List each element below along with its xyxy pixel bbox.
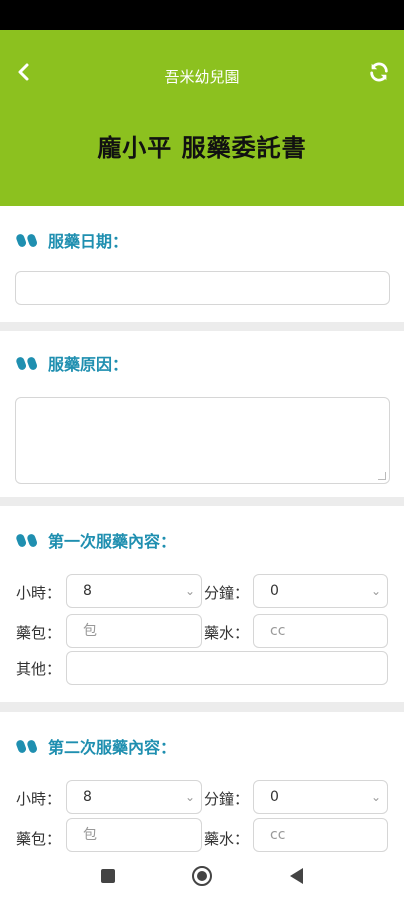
second-minute-select[interactable]: 0 ⌄ xyxy=(253,780,388,814)
second-dose-label: 第二次服藥內容： xyxy=(48,738,177,757)
first-dose-label-group: 第一次服藥內容： xyxy=(16,528,176,552)
pills-icon xyxy=(16,357,38,370)
second-minute-value: 0 xyxy=(270,789,279,805)
first-other-input[interactable] xyxy=(66,651,388,685)
refresh-button[interactable] xyxy=(368,61,390,83)
second-packet-label: 藥包： xyxy=(16,830,62,848)
first-other-label: 其他： xyxy=(16,660,62,678)
first-liquid-label: 藥水： xyxy=(204,624,250,642)
section-second-dose: 第二次服藥內容： 小時： 8 ⌄ 分鐘： 0 ⌄ 藥包： 包 藥水： cc xyxy=(0,712,404,852)
first-liquid-input[interactable]: cc xyxy=(253,614,388,648)
chevron-down-icon: ⌄ xyxy=(370,584,381,598)
date-label: 服藥日期： xyxy=(48,232,129,251)
home-icon[interactable] xyxy=(192,866,212,886)
reason-label: 服藥原因： xyxy=(48,355,129,374)
chevron-down-icon: ⌄ xyxy=(184,790,195,804)
back-icon[interactable] xyxy=(290,868,303,884)
resize-handle[interactable] xyxy=(378,472,386,480)
section-date: 服藥日期： xyxy=(0,206,404,322)
page-title: 龐小平 服藥委託書 xyxy=(97,134,307,162)
status-bar xyxy=(0,0,404,30)
second-hour-label: 小時： xyxy=(16,790,62,808)
pills-icon xyxy=(16,234,38,247)
first-dose-label: 第一次服藥內容： xyxy=(48,532,177,551)
chevron-down-icon: ⌄ xyxy=(370,790,381,804)
pills-icon xyxy=(16,534,38,547)
section-first-dose: 第一次服藥內容： 小時： 8 ⌄ 分鐘： 0 ⌄ 藥包： 包 藥水： cc 其他… xyxy=(0,506,404,702)
app-title: 吾米幼兒園 xyxy=(164,68,240,86)
date-input[interactable] xyxy=(15,271,390,305)
second-liquid-label: 藥水： xyxy=(204,830,250,848)
first-hour-select[interactable]: 8 ⌄ xyxy=(66,574,202,608)
second-dose-label-group: 第二次服藥內容： xyxy=(16,734,176,758)
header: 吾米幼兒園 龐小平 服藥委託書 xyxy=(0,30,404,206)
second-packet-input[interactable]: 包 xyxy=(66,818,202,852)
first-minute-select[interactable]: 0 ⌄ xyxy=(253,574,388,608)
first-hour-label: 小時： xyxy=(16,584,62,602)
refresh-icon xyxy=(370,62,388,82)
pills-icon xyxy=(16,740,38,753)
first-packet-input[interactable]: 包 xyxy=(66,614,202,648)
reason-label-group: 服藥原因： xyxy=(16,351,128,375)
second-minute-label: 分鐘： xyxy=(204,790,250,808)
first-minute-value: 0 xyxy=(270,583,279,599)
first-minute-label: 分鐘： xyxy=(204,584,250,602)
section-reason: 服藥原因： xyxy=(0,331,404,497)
system-nav-bar xyxy=(0,852,404,900)
reason-textarea[interactable] xyxy=(15,397,390,484)
second-hour-value: 8 xyxy=(83,789,92,805)
first-hour-value: 8 xyxy=(83,583,92,599)
chevron-down-icon: ⌄ xyxy=(184,584,195,598)
first-packet-label: 藥包： xyxy=(16,624,62,642)
date-label-group: 服藥日期： xyxy=(16,228,128,252)
second-hour-select[interactable]: 8 ⌄ xyxy=(66,780,202,814)
recent-apps-icon[interactable] xyxy=(101,869,115,883)
second-liquid-input[interactable]: cc xyxy=(253,818,388,852)
